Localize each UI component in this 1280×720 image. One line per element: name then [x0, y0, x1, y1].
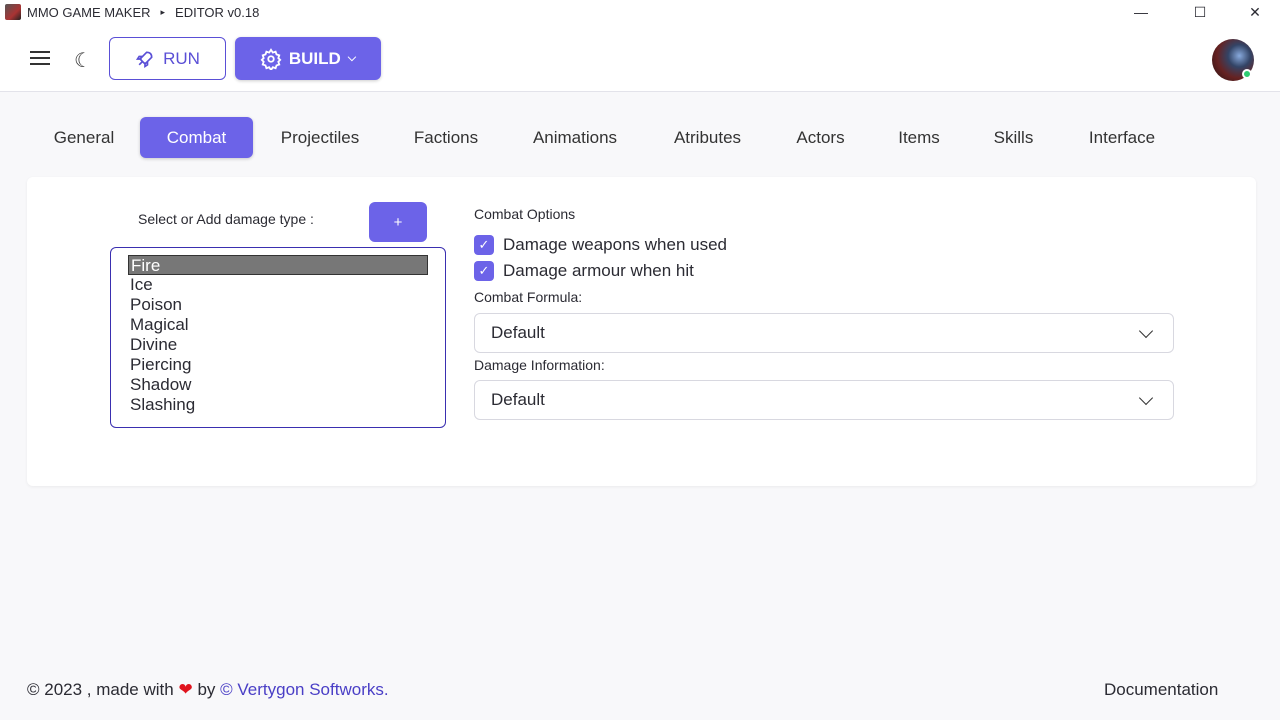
list-item[interactable]: Ice [128, 275, 428, 295]
list-item[interactable]: Fire [128, 255, 428, 275]
list-item[interactable]: Shadow [128, 375, 428, 395]
combat-formula-select[interactable]: Default [474, 313, 1174, 353]
list-item[interactable]: Poison [128, 295, 428, 315]
build-button[interactable]: BUILD ⌵ [235, 37, 381, 80]
menu-icon[interactable] [30, 51, 50, 65]
app-icon [5, 4, 21, 20]
list-item[interactable]: Magical [128, 315, 428, 335]
dark-mode-toggle-icon[interactable]: ☾ [74, 48, 92, 73]
damage-type-label: Select or Add damage type : [138, 211, 314, 227]
minimize-button[interactable]: — [1118, 0, 1164, 24]
chevron-down-icon [1139, 323, 1153, 337]
tab-general[interactable]: General [36, 117, 132, 158]
select-value: Default [491, 323, 545, 343]
tab-projectiles[interactable]: Projectiles [253, 117, 387, 158]
list-item[interactable]: Slashing [128, 395, 428, 415]
checkbox-label: Damage weapons when used [503, 235, 727, 255]
gear-icon [260, 48, 282, 70]
add-damage-type-button[interactable]: + [369, 202, 427, 242]
select-value: Default [491, 390, 545, 410]
documentation-link[interactable]: Documentation [1104, 680, 1218, 700]
damage-information-label: Damage Information: [474, 357, 605, 373]
tab-actors[interactable]: Actors [770, 117, 871, 158]
combat-formula-label: Combat Formula: [474, 289, 582, 305]
chevron-down-icon: ⌵ [348, 52, 356, 65]
list-item[interactable]: Piercing [128, 355, 428, 375]
combat-options-title: Combat Options [474, 206, 575, 222]
tab-bar: General Combat Projectiles Factions Anim… [36, 117, 1184, 158]
rocket-icon [135, 49, 155, 69]
list-item[interactable]: Divine [128, 335, 428, 355]
tab-atributes[interactable]: Atributes [645, 117, 770, 158]
app-title: MMO GAME MAKER [27, 5, 151, 20]
close-button[interactable]: ✕ [1232, 0, 1278, 24]
checkbox-checked-icon[interactable]: ✓ [474, 261, 494, 281]
damage-armour-checkbox-row[interactable]: ✓ Damage armour when hit [474, 261, 694, 281]
title-bar: MMO GAME MAKER ▸ EDITOR v0.18 — ☐ ✕ [0, 0, 1280, 24]
damage-weapons-checkbox-row[interactable]: ✓ Damage weapons when used [474, 235, 727, 255]
header: ☾ RUN BUILD ⌵ [0, 24, 1280, 92]
breadcrumb-separator-icon: ▸ [161, 7, 166, 18]
build-label: BUILD [289, 49, 341, 69]
footer-prefix: © 2023 , made with [27, 680, 174, 699]
footer-by: by [197, 680, 215, 699]
tab-skills[interactable]: Skills [967, 117, 1060, 158]
vertygon-link[interactable]: © Vertygon Softworks. [220, 680, 388, 699]
chevron-down-icon [1139, 390, 1153, 404]
online-status-icon [1242, 69, 1252, 79]
tab-items[interactable]: Items [871, 117, 967, 158]
run-label: RUN [163, 49, 200, 69]
tab-animations[interactable]: Animations [505, 117, 645, 158]
damage-information-select[interactable]: Default [474, 380, 1174, 420]
tab-interface[interactable]: Interface [1060, 117, 1184, 158]
damage-type-list[interactable]: Fire Ice Poison Magical Divine Piercing … [110, 247, 446, 428]
tab-combat[interactable]: Combat [140, 117, 253, 158]
checkbox-label: Damage armour when hit [503, 261, 694, 281]
tab-factions[interactable]: Factions [387, 117, 505, 158]
heart-icon: ❤ [178, 680, 192, 699]
maximize-button[interactable]: ☐ [1177, 0, 1223, 24]
page-title: EDITOR v0.18 [175, 5, 259, 20]
checkbox-checked-icon[interactable]: ✓ [474, 235, 494, 255]
run-button[interactable]: RUN [109, 37, 226, 80]
footer-credit: © 2023 , made with ❤ by © Vertygon Softw… [27, 680, 389, 700]
